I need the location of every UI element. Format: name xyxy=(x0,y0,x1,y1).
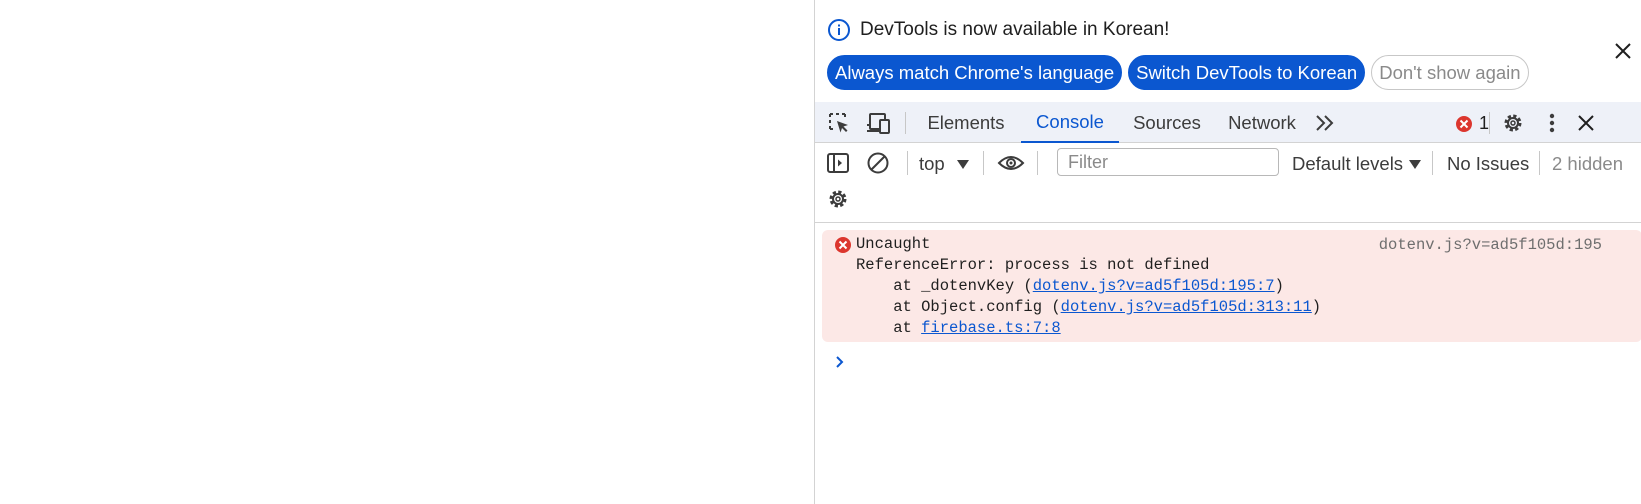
error-count: 1 xyxy=(1479,113,1490,133)
error-icon xyxy=(1456,115,1472,132)
tab-sources[interactable]: Sources xyxy=(1125,102,1209,143)
console-filter-input[interactable] xyxy=(1057,148,1279,176)
error-counter-button[interactable]: 1 xyxy=(1455,113,1489,134)
clear-console-button[interactable] xyxy=(865,150,891,176)
log-levels-label: Default levels xyxy=(1292,153,1404,174)
stack-frame-link[interactable]: firebase.ts:7:8 xyxy=(921,319,1061,337)
chevron-right-icon xyxy=(836,356,844,368)
toolbar-divider xyxy=(1037,151,1038,175)
stack-frame: at _dotenvKey (dotenv.js?v=ad5f105d:195:… xyxy=(856,276,1284,297)
gear-icon xyxy=(829,190,847,208)
console-messages: Uncaught dotenv.js?v=ad5f105d:195 Refere… xyxy=(815,224,1641,504)
inspected-page xyxy=(0,0,814,504)
stack-frame-prefix: at _dotenvKey ( xyxy=(856,277,1033,295)
language-infobar: DevTools is now available in Korean! Alw… xyxy=(815,0,1641,101)
infobar-message: DevTools is now available in Korean! xyxy=(860,19,1170,40)
switch-to-korean-button[interactable]: Switch DevTools to Korean xyxy=(1128,55,1366,90)
devtools-panel: DevTools is now available in Korean! Alw… xyxy=(814,0,1641,504)
log-levels-dropdown[interactable]: Default levels xyxy=(1292,151,1422,177)
stack-frame-prefix: at Object.config ( xyxy=(856,298,1061,316)
stack-frame: at firebase.ts:7:8 xyxy=(856,318,1061,339)
more-tabs-button[interactable] xyxy=(1312,110,1338,136)
stack-frame-suffix: ) xyxy=(1311,298,1322,316)
eye-icon xyxy=(997,156,1025,170)
info-icon xyxy=(827,18,851,42)
customize-menu-button[interactable] xyxy=(1539,110,1565,136)
more-tabs-icon xyxy=(1316,115,1334,131)
error-title: Uncaught xyxy=(856,235,931,253)
context-value: top xyxy=(919,153,945,174)
device-toolbar-icon xyxy=(867,113,890,134)
hidden-messages-count: 2 hidden xyxy=(1552,153,1623,174)
sidebar-toggle-icon xyxy=(827,153,849,173)
stack-frame-prefix: at xyxy=(856,319,922,337)
gear-icon xyxy=(1504,114,1522,132)
infobar-buttons: Always match Chrome's language Switch De… xyxy=(827,55,1529,90)
show-sidebar-button[interactable] xyxy=(825,150,851,176)
console-settings-button[interactable] xyxy=(825,186,851,212)
console-toolbar: top Default levels No Issues 2 hidden xyxy=(815,143,1641,223)
inspect-element-button[interactable] xyxy=(826,110,852,136)
dont-show-again-button[interactable]: Don't show again xyxy=(1371,55,1529,90)
dropdown-caret-icon xyxy=(1409,159,1422,169)
toolbar-divider xyxy=(1432,151,1433,175)
stack-frame-link[interactable]: dotenv.js?v=ad5f105d:195:7 xyxy=(1033,277,1275,295)
tab-elements[interactable]: Elements xyxy=(917,102,1015,143)
infobar-close-button[interactable] xyxy=(1610,38,1636,64)
tab-network[interactable]: Network xyxy=(1217,102,1307,143)
toolbar-divider xyxy=(1489,112,1490,134)
issues-button[interactable]: No Issues xyxy=(1447,151,1529,177)
clear-console-icon xyxy=(867,152,889,174)
close-icon xyxy=(1615,43,1631,59)
inspect-element-icon xyxy=(829,113,848,133)
device-toolbar-button[interactable] xyxy=(865,110,891,136)
stack-frame: at Object.config (dotenv.js?v=ad5f105d:3… xyxy=(856,297,1321,318)
close-icon xyxy=(1578,115,1594,131)
dropdown-caret-icon xyxy=(956,159,969,169)
toolbar-divider xyxy=(905,112,906,134)
more-vert-icon xyxy=(1549,113,1555,133)
javascript-context-select[interactable]: top xyxy=(919,151,969,177)
infobar-message-row: DevTools is now available in Korean! xyxy=(827,18,1169,42)
error-message: ReferenceError: process is not defined xyxy=(856,256,1210,274)
toolbar-divider xyxy=(1539,151,1540,175)
error-icon xyxy=(834,236,852,254)
main-toolbar: Elements Console Sources Network 1 xyxy=(815,102,1641,143)
toolbar-divider xyxy=(907,151,908,175)
close-devtools-button[interactable] xyxy=(1573,110,1599,136)
settings-button[interactable] xyxy=(1500,110,1526,136)
console-error-message[interactable]: Uncaught dotenv.js?v=ad5f105d:195 Refere… xyxy=(822,230,1641,342)
live-expression-button[interactable] xyxy=(996,150,1026,176)
tab-console[interactable]: Console xyxy=(1021,102,1119,143)
stack-frame-suffix: ) xyxy=(1274,277,1284,295)
toolbar-divider xyxy=(983,151,984,175)
stack-frame-link[interactable]: dotenv.js?v=ad5f105d:313:11 xyxy=(1061,298,1312,316)
error-source-link[interactable]: dotenv.js?v=ad5f105d:195 xyxy=(1379,236,1602,254)
always-match-language-button[interactable]: Always match Chrome's language xyxy=(827,55,1123,90)
console-prompt[interactable] xyxy=(833,354,847,370)
